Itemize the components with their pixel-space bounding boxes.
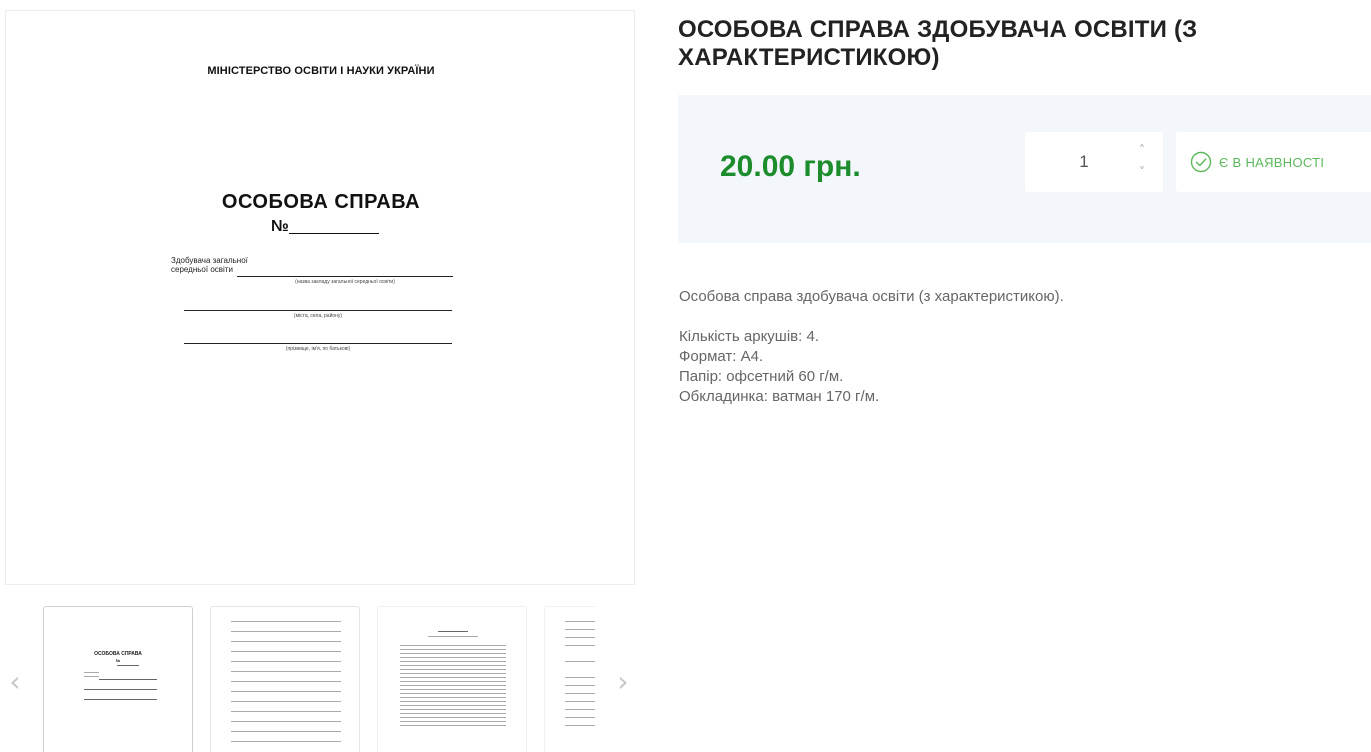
thumbnail-line	[400, 665, 506, 666]
document-line	[184, 310, 452, 311]
thumbnail-line	[565, 677, 595, 678]
thumbnail-line	[84, 672, 99, 673]
document-caption-1: (назва закладу загальної середньої освіт…	[295, 279, 395, 285]
thumbnail-line	[400, 713, 506, 714]
spec-cover: Обкладинка: ватман 170 г/м.	[679, 388, 880, 405]
thumbnail-line	[428, 636, 478, 637]
chevron-down-icon[interactable]: ˅	[1133, 166, 1151, 178]
thumbnail-line	[438, 631, 468, 632]
document-ministry-heading: МІНІСТЕРСТВО ОСВІТИ І НАУКИ УКРАЇНИ	[207, 65, 435, 77]
product-title: ОСОБОВА СПРАВА ЗДОБУВАЧА ОСВІТИ (З ХАРАК…	[678, 16, 1198, 71]
thumbnail-line	[400, 689, 506, 690]
thumbnail-line	[400, 697, 506, 698]
thumbnail-line	[565, 709, 595, 710]
thumbnail-line	[400, 721, 506, 722]
thumbnail-line	[400, 693, 506, 694]
thumbnail-line	[400, 701, 506, 702]
document-field-label-1: Здобувача загальної	[171, 256, 248, 265]
thumbnail-line	[400, 673, 506, 674]
thumbnail-viewport: ОСОБОВА СПРАВА №	[43, 606, 595, 752]
chevron-right-icon[interactable]: ›	[613, 668, 633, 696]
thumbnail-line	[400, 661, 506, 662]
thumbnail-line	[565, 645, 595, 646]
check-circle-icon	[1190, 151, 1212, 173]
spec-format: Формат: А4.	[679, 348, 764, 365]
stock-status: Є В НАЯВНОСТІ	[1176, 132, 1371, 192]
thumbnail-line	[565, 725, 595, 726]
thumbnail-line	[231, 711, 341, 712]
thumbnail-line	[231, 661, 341, 662]
thumbnail-line	[400, 709, 506, 710]
thumbnail-line	[400, 645, 506, 646]
thumbnail-line	[565, 685, 595, 686]
thumbnail-line	[565, 637, 595, 638]
thumbnail-line	[84, 676, 99, 677]
thumbnail-line	[117, 665, 139, 666]
thumbnail-line	[231, 651, 341, 652]
thumbnail-line	[231, 721, 341, 722]
chevron-up-icon[interactable]: ˄	[1133, 144, 1151, 156]
thumbnail-line	[565, 701, 595, 702]
document-field-label-2: середньої освіти	[171, 265, 233, 274]
thumbnail-line	[231, 641, 341, 642]
thumbnail-line	[565, 717, 595, 718]
product-description: Особова справа здобувача освіти (з харак…	[679, 287, 1339, 407]
thumbnail-line	[400, 685, 506, 686]
price-box: 20.00 грн. ˄ ˅ Є В НАЯВНОСТІ	[678, 95, 1371, 243]
thumbnail-line	[231, 631, 341, 632]
thumbnail-line	[84, 699, 157, 700]
quantity-stepper: ˄ ˅	[1025, 132, 1163, 192]
thumbnail-line	[565, 693, 595, 694]
thumbnail-line	[231, 731, 341, 732]
thumbnail-line	[231, 701, 341, 702]
thumbnail-line	[84, 689, 157, 690]
description-text: Особова справа здобувача освіти (з харак…	[679, 288, 1064, 305]
chevron-left-icon[interactable]: ‹	[5, 668, 25, 696]
document-caption-3: (прізвище, ім'я, по батькові)	[285, 346, 351, 352]
thumbnail-line	[231, 741, 341, 742]
document-title: ОСОБОВА СПРАВА	[221, 191, 421, 213]
document-caption-2: (міста, села, району)	[293, 313, 343, 319]
document-number-line	[289, 233, 379, 234]
thumbnail-line	[565, 661, 595, 662]
thumbnail-line	[400, 681, 506, 682]
document-line	[237, 276, 453, 277]
document-number-label: №	[271, 218, 289, 235]
thumbnail-line	[565, 621, 595, 622]
product-main-image[interactable]: МІНІСТЕРСТВО ОСВІТИ І НАУКИ УКРАЇНИ ОСОБ…	[5, 10, 635, 585]
thumbnail-line	[231, 621, 341, 622]
thumbnail-line	[400, 669, 506, 670]
thumbnail-line	[400, 705, 506, 706]
spec-sheets: Кількість аркушів: 4.	[679, 328, 819, 345]
thumbnail-line	[231, 681, 341, 682]
thumbnail-2[interactable]	[210, 606, 360, 752]
thumbnail-line	[565, 629, 595, 630]
thumbnail-1[interactable]: ОСОБОВА СПРАВА №	[43, 606, 193, 752]
thumbnail-number: №	[115, 658, 121, 663]
thumbnail-4[interactable]	[544, 606, 595, 752]
thumbnail-3[interactable]	[377, 606, 527, 752]
thumbnail-title: ОСОБОВА СПРАВА	[94, 651, 142, 657]
product-price: 20.00 грн.	[720, 150, 861, 183]
thumbnail-line	[400, 677, 506, 678]
thumbnail-line	[99, 679, 157, 680]
stock-status-label: Є В НАЯВНОСТІ	[1219, 155, 1325, 170]
thumbnail-line	[231, 691, 341, 692]
thumbnail-line	[400, 649, 506, 650]
thumbnail-gallery: ‹ ОСОБОВА СПРАВА № ›	[0, 600, 640, 752]
document-line	[184, 343, 452, 344]
thumbnail-line	[400, 725, 506, 726]
thumbnail-line	[400, 717, 506, 718]
thumbnail-line	[400, 653, 506, 654]
thumbnail-line	[231, 671, 341, 672]
spec-paper: Папір: офсетний 60 г/м.	[679, 368, 844, 385]
thumbnail-line	[400, 657, 506, 658]
quantity-input[interactable]	[1025, 151, 1143, 173]
